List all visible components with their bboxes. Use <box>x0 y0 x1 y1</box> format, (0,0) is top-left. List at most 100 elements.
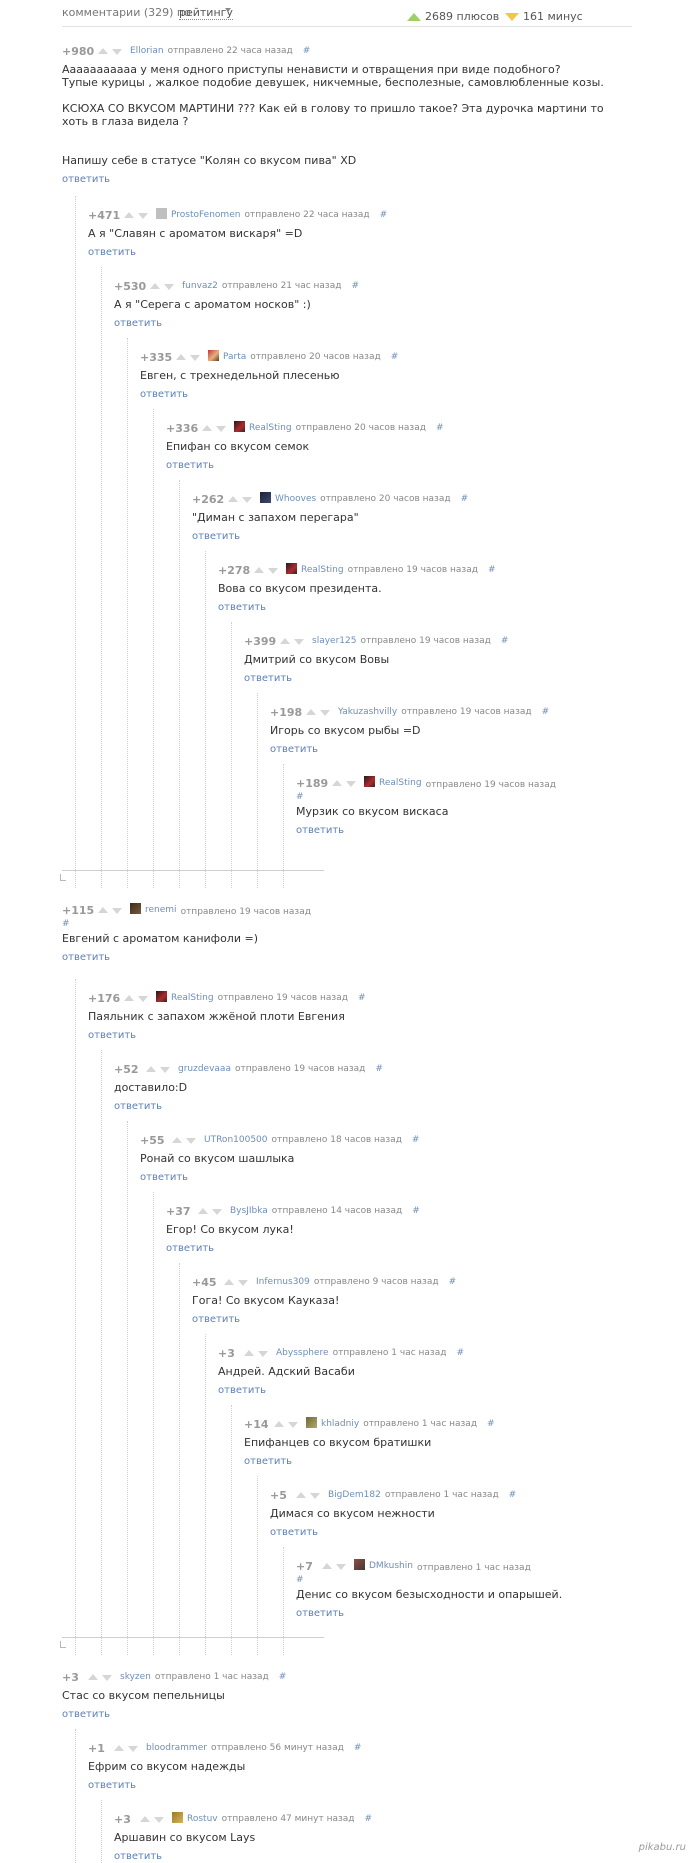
reply-link[interactable]: ответить <box>114 1101 162 1112</box>
vote-down-icon[interactable] <box>128 1746 138 1752</box>
avatar[interactable] <box>234 421 245 432</box>
reply-link[interactable]: ответить <box>192 1314 240 1325</box>
avatar[interactable] <box>172 1812 183 1823</box>
reply-link[interactable]: ответить <box>296 1608 344 1619</box>
author-link[interactable]: RealSting <box>249 423 292 433</box>
author-link[interactable]: skyzen <box>120 1672 151 1682</box>
vote-down-icon[interactable] <box>238 1280 248 1286</box>
avatar[interactable] <box>286 563 297 574</box>
author-link[interactable]: bloodrammer <box>146 1743 207 1753</box>
vote-up-icon[interactable] <box>146 1066 156 1072</box>
permalink-hash[interactable]: # <box>391 352 399 362</box>
reply-link[interactable]: ответить <box>114 318 162 329</box>
reply-link[interactable]: ответить <box>244 673 292 684</box>
vote-up-icon[interactable] <box>280 638 290 644</box>
reply-link[interactable]: ответить <box>218 1385 266 1396</box>
reply-link[interactable]: ответить <box>296 825 344 836</box>
vote-down-icon[interactable] <box>294 639 304 645</box>
reply-link[interactable]: ответить <box>88 1780 136 1791</box>
vote-up-icon[interactable] <box>254 567 264 573</box>
permalink-hash[interactable]: # <box>461 494 469 504</box>
vote-down-icon[interactable] <box>288 1422 298 1428</box>
reply-link[interactable]: ответить <box>218 602 266 613</box>
permalink-hash[interactable]: # <box>375 1064 383 1074</box>
author-link[interactable]: Whooves <box>275 494 316 504</box>
reply-link[interactable]: ответить <box>166 1243 214 1254</box>
avatar[interactable] <box>354 1559 365 1570</box>
vote-up-icon[interactable] <box>202 425 212 431</box>
vote-up-icon[interactable] <box>244 1350 254 1356</box>
vote-up-icon[interactable] <box>176 354 186 360</box>
reply-link[interactable]: ответить <box>114 1851 162 1862</box>
vote-up-icon[interactable] <box>224 1279 234 1285</box>
author-link[interactable]: ProstoFenomen <box>171 210 240 220</box>
collapse-arrow-icon[interactable] <box>60 874 66 881</box>
avatar[interactable] <box>130 903 141 914</box>
author-link[interactable]: BysJIbka <box>230 1206 268 1216</box>
author-link[interactable]: funvaz2 <box>182 281 218 291</box>
author-link[interactable]: gruzdevaaa <box>178 1064 231 1074</box>
permalink-hash[interactable]: # <box>279 1672 287 1682</box>
author-link[interactable]: khladniy <box>321 1419 359 1429</box>
vote-down-icon[interactable] <box>336 1564 346 1570</box>
vote-up-icon[interactable] <box>114 1745 124 1751</box>
reply-link[interactable]: ответить <box>270 1527 318 1538</box>
vote-down-icon[interactable] <box>138 213 148 219</box>
vote-up-icon[interactable] <box>228 496 238 502</box>
reply-link[interactable]: ответить <box>140 1172 188 1183</box>
vote-up-icon[interactable] <box>274 1421 284 1427</box>
vote-down-icon[interactable] <box>212 1209 222 1215</box>
reply-link[interactable]: ответить <box>192 531 240 542</box>
vote-down-icon[interactable] <box>138 996 148 1002</box>
permalink-hash[interactable]: # <box>501 636 509 646</box>
avatar[interactable] <box>156 991 167 1002</box>
vote-up-icon[interactable] <box>98 48 108 54</box>
permalink-hash[interactable]: # <box>542 707 550 717</box>
avatar[interactable] <box>364 776 375 787</box>
vote-up-icon[interactable] <box>322 1563 332 1569</box>
avatar[interactable] <box>306 1417 317 1428</box>
vote-down-icon[interactable] <box>310 1493 320 1499</box>
author-link[interactable]: BigDem182 <box>328 1490 381 1500</box>
permalink-hash[interactable]: # <box>509 1490 517 1500</box>
author-link[interactable]: RealSting <box>379 778 422 788</box>
vote-up-icon[interactable] <box>332 780 342 786</box>
permalink-hash[interactable]: # <box>412 1135 420 1145</box>
author-link[interactable]: Infernus309 <box>256 1277 310 1287</box>
avatar[interactable] <box>208 350 219 361</box>
vote-up-icon[interactable] <box>172 1137 182 1143</box>
permalink-hash[interactable]: # <box>488 565 496 575</box>
permalink-hash[interactable]: # <box>303 46 311 56</box>
permalink-hash[interactable]: # <box>351 281 359 291</box>
avatar[interactable] <box>156 208 167 219</box>
reply-link[interactable]: ответить <box>88 1030 136 1041</box>
author-link[interactable]: Parta <box>223 352 246 362</box>
author-link[interactable]: DMkushin <box>369 1561 413 1571</box>
permalink-hash[interactable]: # <box>296 1575 304 1585</box>
reply-link[interactable]: ответить <box>62 1709 110 1720</box>
vote-up-icon[interactable] <box>124 212 134 218</box>
author-link[interactable]: renemi <box>145 905 177 915</box>
reply-link[interactable]: ответить <box>270 744 318 755</box>
permalink-hash[interactable]: # <box>354 1743 362 1753</box>
permalink-hash[interactable]: # <box>412 1206 420 1216</box>
permalink-hash[interactable]: # <box>380 210 388 220</box>
permalink-hash[interactable]: # <box>487 1419 495 1429</box>
vote-down-icon[interactable] <box>346 781 356 787</box>
vote-up-icon[interactable] <box>124 995 134 1001</box>
reply-link[interactable]: ответить <box>140 389 188 400</box>
vote-up-icon[interactable] <box>296 1492 306 1498</box>
vote-up-icon[interactable] <box>98 907 108 913</box>
vote-down-icon[interactable] <box>112 908 122 914</box>
permalink-hash[interactable]: # <box>296 792 304 802</box>
permalink-hash[interactable]: # <box>358 993 366 1003</box>
vote-down-icon[interactable] <box>164 284 174 290</box>
vote-down-icon[interactable] <box>102 1675 112 1681</box>
reply-link[interactable]: ответить <box>166 460 214 471</box>
vote-down-icon[interactable] <box>320 710 330 716</box>
chevron-down-icon[interactable] <box>225 8 231 12</box>
author-link[interactable]: Abyssphere <box>276 1348 329 1358</box>
collapse-arrow-icon[interactable] <box>60 1641 66 1648</box>
vote-down-icon[interactable] <box>186 1138 196 1144</box>
avatar[interactable] <box>260 492 271 503</box>
